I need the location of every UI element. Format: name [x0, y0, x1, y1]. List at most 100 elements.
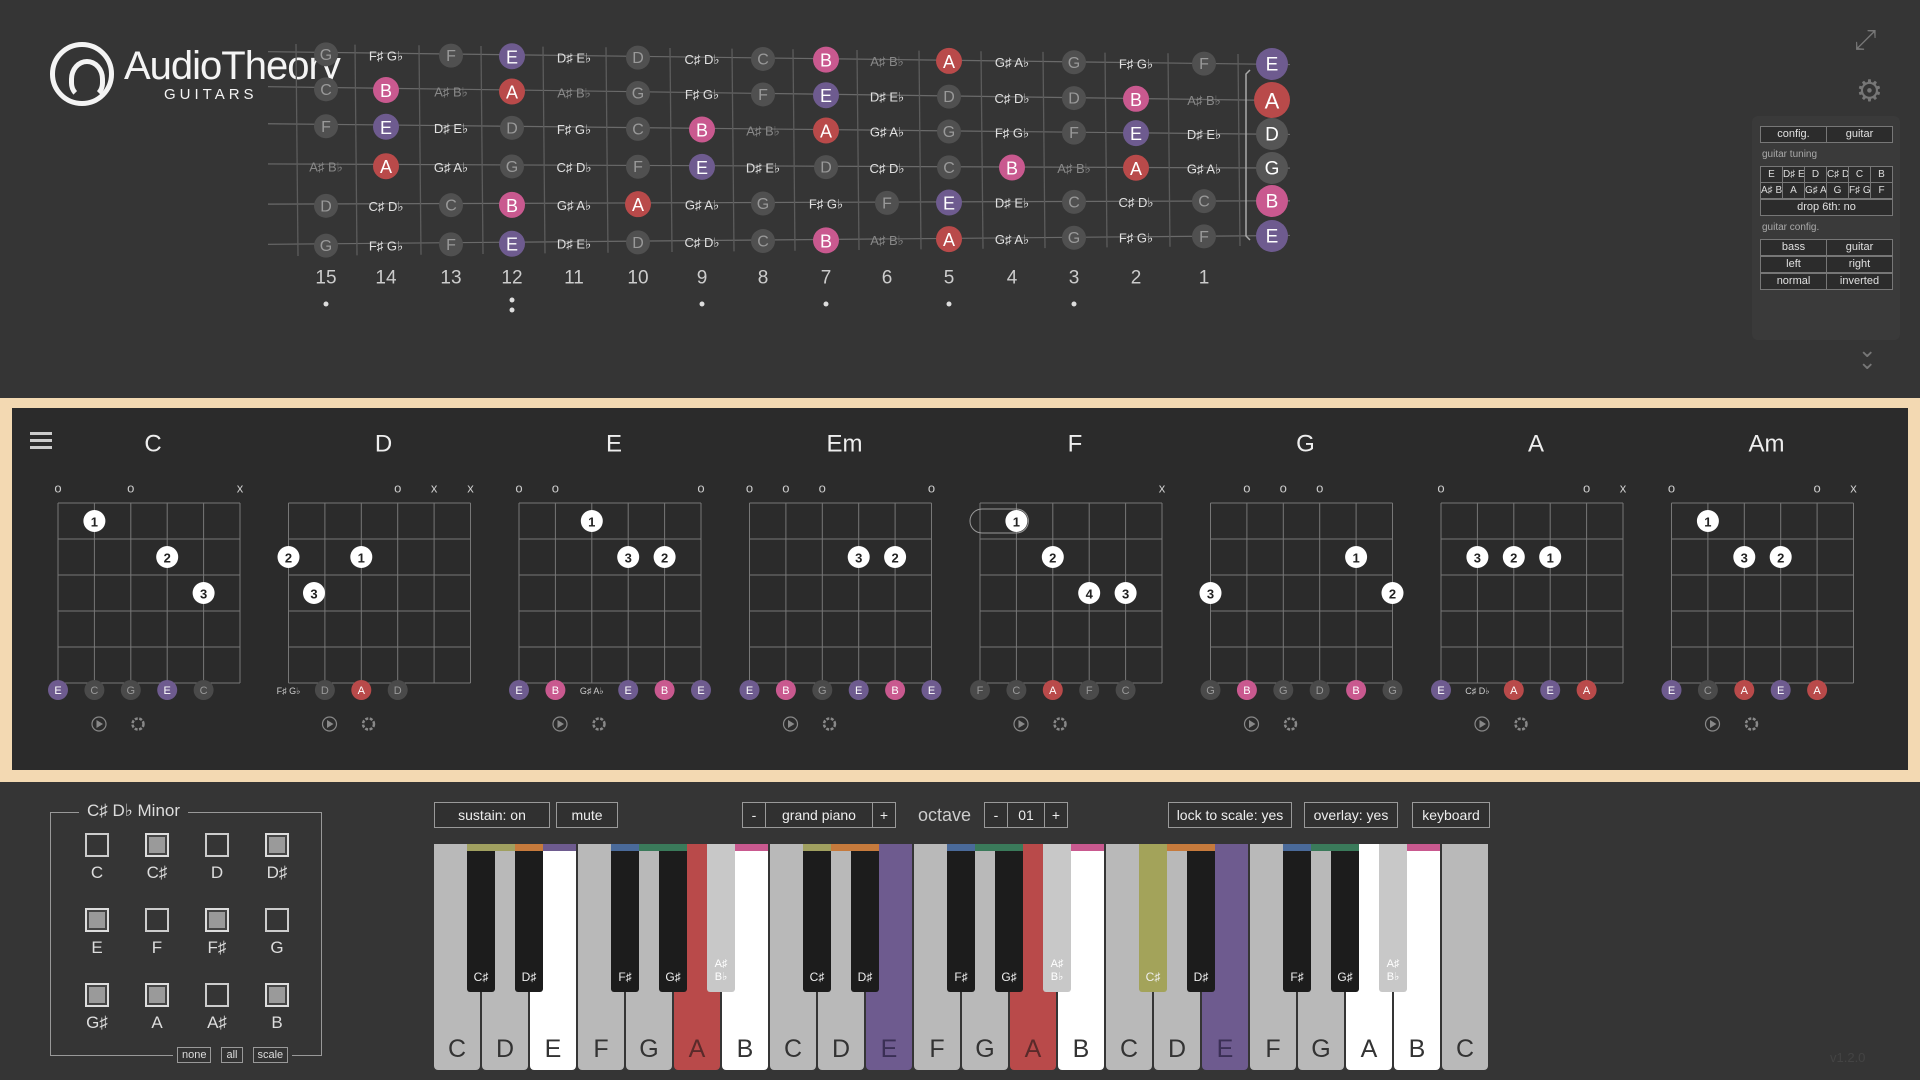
fret-note[interactable]: A: [1123, 154, 1149, 181]
play-chord-icon[interactable]: [1474, 716, 1490, 732]
play-chord-icon[interactable]: [552, 716, 568, 732]
fret-note[interactable]: E: [373, 113, 399, 140]
fret-note[interactable]: G♯ A♭: [995, 232, 1029, 247]
scale-checkbox[interactable]: [205, 908, 229, 932]
fret-note[interactable]: G♯ A♭: [995, 55, 1029, 70]
fret-note[interactable]: D: [626, 230, 650, 255]
fret-note[interactable]: C: [1062, 189, 1086, 214]
open-string-note[interactable]: G: [1256, 152, 1288, 184]
config-option-inverted[interactable]: inverted: [1826, 273, 1893, 290]
fret-note[interactable]: F: [626, 154, 650, 179]
fret-note[interactable]: D♯ E♭: [870, 89, 904, 104]
chord-settings-icon[interactable]: [1744, 717, 1759, 731]
gear-icon[interactable]: ⚙: [1856, 74, 1883, 109]
fret-note[interactable]: B: [813, 227, 839, 254]
fret-note[interactable]: A♯ B♭: [309, 160, 343, 175]
fret-note[interactable]: A: [625, 191, 651, 218]
menu-icon[interactable]: [30, 432, 52, 450]
config-option-guitar[interactable]: guitar: [1826, 239, 1893, 256]
scale-note-A[interactable]: A: [137, 983, 177, 1033]
octave-value[interactable]: 01: [1007, 802, 1045, 828]
fret-note[interactable]: G♯ A♭: [870, 125, 904, 140]
fret-note[interactable]: G: [314, 233, 338, 258]
fret-note[interactable]: A: [936, 226, 962, 253]
fret-note[interactable]: B: [689, 116, 715, 143]
chord-settings-icon[interactable]: [361, 717, 376, 731]
piano-white-key[interactable]: C: [1442, 844, 1488, 1070]
fret-note[interactable]: C: [626, 116, 650, 141]
fret-note[interactable]: G: [937, 119, 961, 144]
fret-note[interactable]: G♯ A♭: [685, 197, 719, 212]
fret-note[interactable]: D: [626, 45, 650, 70]
scale-checkbox[interactable]: [205, 833, 229, 857]
fret-note[interactable]: A♯ B♭: [1187, 93, 1221, 108]
tab-config[interactable]: config.: [1760, 126, 1827, 143]
overlay-button[interactable]: overlay: yes: [1304, 802, 1398, 828]
piano-black-key[interactable]: D♯: [515, 844, 543, 992]
fret-note[interactable]: F♯ G♭: [557, 122, 591, 137]
fret-note[interactable]: F: [1192, 51, 1216, 76]
piano-black-key[interactable]: G♯: [659, 844, 687, 992]
chevron-double-down-icon[interactable]: ⌄ ⌄: [1858, 339, 1876, 373]
fret-note[interactable]: F: [1062, 120, 1086, 145]
scale-checkbox[interactable]: [205, 983, 229, 1007]
tuning-note-cell[interactable]: A: [1782, 182, 1805, 199]
piano-black-key[interactable]: A♯ B♭: [707, 844, 735, 992]
fret-note[interactable]: F♯ G♭: [685, 87, 719, 102]
fret-note[interactable]: D♯ E♭: [557, 237, 591, 252]
fret-note[interactable]: C: [314, 77, 338, 102]
fret-note[interactable]: E: [936, 189, 962, 216]
chord-diagram-G[interactable]: Go o o 3 1 2 G B G D B G: [1199, 431, 1404, 732]
fret-note[interactable]: B: [999, 154, 1025, 181]
fret-note[interactable]: E: [499, 230, 525, 257]
fret-note[interactable]: A: [499, 78, 525, 105]
expand-icon[interactable]: ⤢: [1854, 24, 1876, 57]
scale-note-D♯[interactable]: D♯: [257, 833, 297, 883]
fret-note[interactable]: C: [439, 193, 463, 218]
open-string-note[interactable]: A: [1254, 82, 1290, 118]
instrument-select[interactable]: grand piano: [765, 802, 873, 828]
piano-black-key[interactable]: A♯ B♭: [1379, 844, 1407, 992]
piano-keyboard[interactable]: C D E F G A B C D E F G A B C D E F G A B C C♯ D♯ F♯ G♯ A♯ B♭ C♯ D♯ F…: [434, 844, 1492, 1070]
fret-note[interactable]: F: [439, 232, 463, 257]
fret-note[interactable]: F: [439, 43, 463, 68]
scale-note-G[interactable]: G: [257, 908, 297, 958]
tuning-note-cell[interactable]: D♯ E♭: [1782, 166, 1805, 183]
fret-note[interactable]: A: [936, 47, 962, 74]
lock-to-scale-button[interactable]: lock to scale: yes: [1168, 802, 1292, 828]
chord-settings-icon[interactable]: [822, 717, 837, 731]
fretboard[interactable]: G F♯ G♭ F E D♯ E♭ D C♯ D♭ C B A♯ B♭ A G♯ A♭ G F♯ G♭ F E…: [0, 0, 1920, 398]
scale-scale-button[interactable]: scale: [252, 1047, 289, 1063]
piano-black-key[interactable]: D♯: [1187, 844, 1215, 992]
scale-checkbox[interactable]: [85, 983, 109, 1007]
scale-checkbox[interactable]: [85, 833, 109, 857]
fret-note[interactable]: B: [813, 46, 839, 73]
fret-note[interactable]: G: [314, 42, 338, 67]
scale-note-C[interactable]: C: [77, 833, 117, 883]
fret-note[interactable]: F♯ G♭: [1119, 231, 1153, 246]
sustain-button[interactable]: sustain: on: [434, 802, 550, 828]
piano-black-key[interactable]: F♯: [1283, 844, 1311, 992]
chord-diagram-C[interactable]: Co o x 1 2 3 E C G E C: [48, 431, 244, 732]
fret-note[interactable]: D♯ E♭: [1187, 127, 1221, 142]
fret-note[interactable]: E: [813, 82, 839, 109]
scale-none-button[interactable]: none: [177, 1047, 212, 1063]
fret-note[interactable]: A♯ B♭: [1057, 161, 1091, 176]
scale-checkbox[interactable]: [145, 908, 169, 932]
scale-note-D[interactable]: D: [197, 833, 237, 883]
tuning-note-cell[interactable]: D: [1804, 166, 1827, 183]
fret-note[interactable]: B: [499, 191, 525, 218]
piano-black-key[interactable]: C♯: [1139, 844, 1167, 992]
open-string-note[interactable]: D: [1256, 118, 1288, 150]
scale-note-G♯[interactable]: G♯: [77, 983, 117, 1033]
tuning-note-cell[interactable]: F: [1870, 182, 1893, 199]
fret-note[interactable]: A♯ B♭: [870, 54, 904, 69]
piano-black-key[interactable]: C♯: [467, 844, 495, 992]
play-chord-icon[interactable]: [321, 716, 338, 732]
scale-checkbox[interactable]: [265, 833, 289, 857]
fret-note[interactable]: G: [626, 80, 650, 105]
fret-note[interactable]: A♯ B♭: [557, 86, 591, 101]
fret-note[interactable]: A♯ B♭: [434, 84, 468, 99]
piano-black-key[interactable]: A♯ B♭: [1043, 844, 1071, 992]
config-option-normal[interactable]: normal: [1760, 273, 1827, 290]
